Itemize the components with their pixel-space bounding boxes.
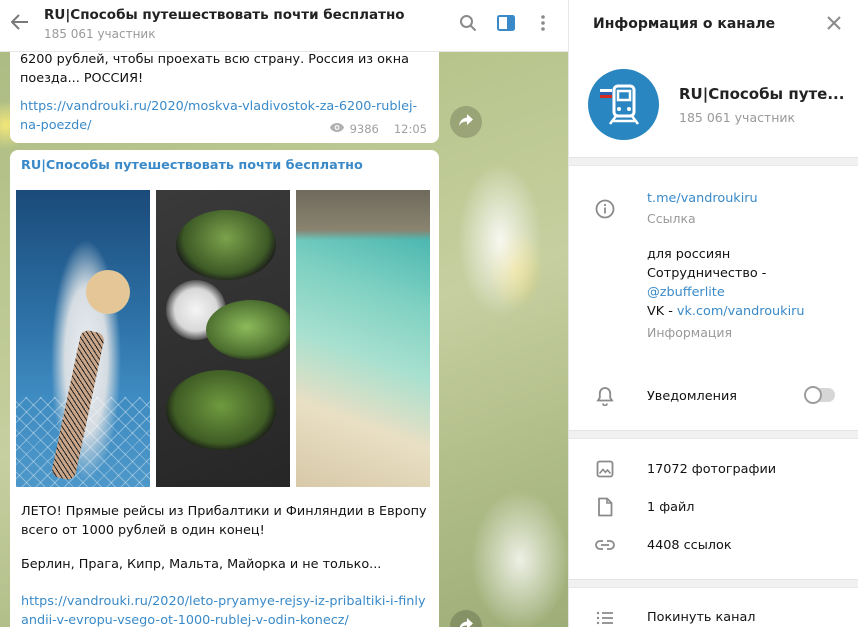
description-line: Сотрудничество - <box>647 266 767 281</box>
eye-icon <box>329 122 345 136</box>
sidebar-toggle-button[interactable] <box>495 14 517 36</box>
photo-detail <box>86 270 130 314</box>
description-vk-prefix: VK - <box>647 304 677 319</box>
channel-avatar[interactable] <box>588 69 659 140</box>
photo-thumbnail[interactable] <box>156 190 290 487</box>
more-vertical-icon <box>540 14 546 36</box>
description-label: Информация <box>647 325 733 340</box>
media-files-item[interactable]: 1 файл <box>647 498 695 517</box>
notifications-toggle[interactable] <box>804 386 835 404</box>
photo-detail <box>166 370 276 450</box>
leave-list-icon <box>595 608 615 627</box>
photo-detail <box>176 210 276 280</box>
toggle-knob <box>804 386 822 404</box>
description-vk-line: VK - vk.com/vandroukiru <box>647 302 805 321</box>
message-text: ЛЕТО! Прямые рейсы из Прибалтики и Финля… <box>21 504 427 538</box>
media-photos-item[interactable]: 17072 фотографии <box>647 460 776 479</box>
info-icon <box>595 199 615 219</box>
photo-detail <box>296 190 430 240</box>
back-button[interactable] <box>8 12 32 36</box>
message-meta: 9386 12:05 <box>329 122 427 136</box>
forward-arrow-icon <box>458 617 474 627</box>
section-divider <box>569 430 858 439</box>
chat-header: RU|Способы путешествовать почти бесплатн… <box>0 0 568 52</box>
description-line: для россиян <box>647 247 731 262</box>
search-icon <box>459 14 477 36</box>
view-count: 9386 <box>349 122 379 136</box>
message-bubble[interactable]: RU|Способы путешествовать почти бесплатн… <box>10 150 439 627</box>
section-divider <box>569 157 858 166</box>
description-vk-link[interactable]: vk.com/vandroukiru <box>677 304 805 319</box>
link-icon <box>595 535 615 555</box>
channel-info-panel: Информация о канале RU|Способы путе... 1… <box>568 0 858 627</box>
message-channel-name[interactable]: RU|Способы путешествовать почти бесплатн… <box>21 158 363 173</box>
forward-button[interactable] <box>450 610 482 627</box>
sidebar-panel-icon <box>497 15 515 35</box>
photo-thumbnail[interactable] <box>16 190 150 487</box>
channel-name: RU|Способы путе... <box>679 85 845 103</box>
arrow-left-icon <box>10 14 29 34</box>
photo-detail <box>206 300 290 360</box>
more-menu-button[interactable] <box>532 14 554 36</box>
media-links-item[interactable]: 4408 ссылок <box>647 536 732 555</box>
forward-button[interactable] <box>450 106 482 138</box>
leave-channel-button[interactable]: Покинуть канал <box>647 608 755 627</box>
chat-area: 6200 рублей, чтобы проехать всю страну. … <box>0 0 568 627</box>
message-link[interactable]: https://vandrouki.ru/2020/leto-pryamye-r… <box>21 592 431 627</box>
file-icon <box>595 497 615 517</box>
train-logo-icon <box>600 84 639 125</box>
forward-arrow-icon <box>458 113 474 131</box>
close-icon <box>826 15 842 35</box>
bell-icon <box>595 386 615 406</box>
panel-title: Информация о канале <box>593 16 776 32</box>
photo-thumbnail[interactable] <box>296 190 430 487</box>
close-button[interactable] <box>823 14 845 36</box>
channel-link[interactable]: t.me/vandroukiru <box>647 189 758 208</box>
photo-icon <box>595 459 615 479</box>
message-text: 6200 рублей, чтобы проехать всю страну. … <box>20 52 409 86</box>
search-button[interactable] <box>457 14 479 36</box>
message-time: 12:05 <box>393 122 427 136</box>
description-mention-link[interactable]: @zbufferlite <box>647 283 725 302</box>
chat-member-count: 185 061 участник <box>44 27 156 41</box>
chat-title[interactable]: RU|Способы путешествовать почти бесплатн… <box>44 7 405 23</box>
section-divider <box>569 579 858 588</box>
message-bubble[interactable]: 6200 рублей, чтобы проехать всю страну. … <box>10 40 439 143</box>
notifications-label: Уведомления <box>647 389 737 404</box>
channel-member-count: 185 061 участник <box>679 110 796 125</box>
link-label: Ссылка <box>647 211 696 226</box>
message-text: Берлин, Прага, Кипр, Мальта, Майорка и н… <box>21 557 382 572</box>
